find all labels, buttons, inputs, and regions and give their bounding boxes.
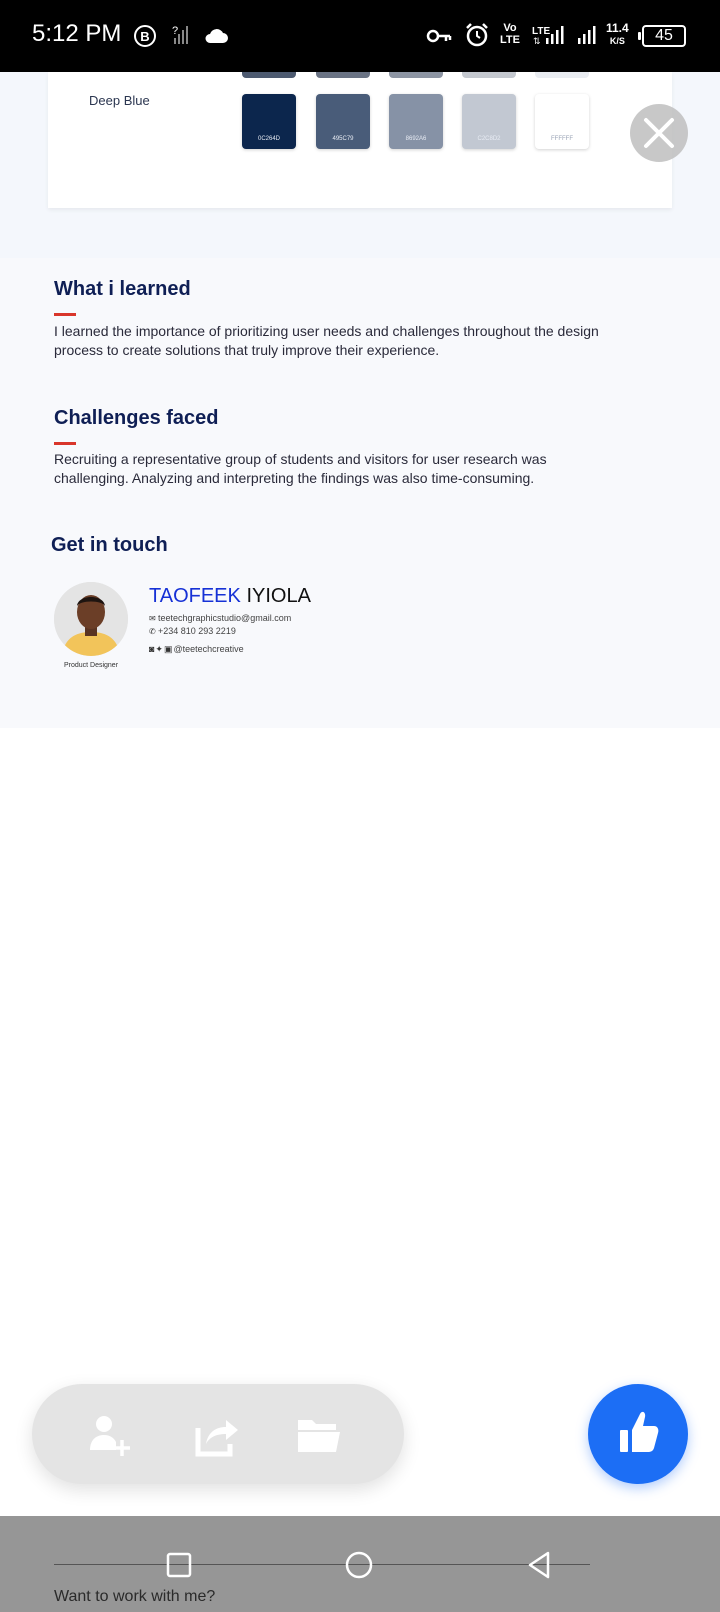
home-button[interactable] <box>342 1548 376 1582</box>
status-bar: 5:12 PM B ? Vo LTE LTE ⇅ 11.4 K/S 45 <box>0 0 720 72</box>
color-swatch: FFFFFF <box>535 94 589 149</box>
swatch-code: 0C264D <box>257 136 280 142</box>
footer-cta-text: Want to work with me? <box>54 1588 216 1605</box>
close-icon <box>644 118 674 148</box>
phone-line[interactable]: ✆ +234 810 293 2219 <box>149 626 236 636</box>
challenges-title: Challenges faced <box>54 407 219 429</box>
social-icons: ◙✦▣ <box>149 644 174 654</box>
email-text: teetechgraphicstudio@gmail.com <box>158 613 292 623</box>
previous-swatch <box>462 72 516 78</box>
phone-icon: ✆ <box>149 627 156 636</box>
learned-title: What i learned <box>54 278 191 300</box>
color-swatch: 495C79 <box>316 94 370 149</box>
previous-swatch <box>535 72 589 78</box>
svg-text:⇅: ⇅ <box>533 36 541 46</box>
last-name: IYIOLA <box>246 585 311 607</box>
volte-top-label: Vo <box>503 22 517 34</box>
swatch-code: 8692A6 <box>405 136 427 142</box>
profile-photo-icon <box>54 582 128 656</box>
status-time: 5:12 PM <box>32 20 122 47</box>
palette-name: Deep Blue <box>89 93 150 108</box>
previous-swatch <box>316 72 370 78</box>
color-swatch: 8692A6 <box>389 94 443 149</box>
previous-swatch <box>389 72 443 78</box>
recent-apps-button[interactable] <box>162 1548 196 1582</box>
social-line[interactable]: ◙✦▣@teetechcreative <box>149 644 244 655</box>
learned-body: I learned the importance of prioritizing… <box>54 323 599 358</box>
social-handle: @teetechcreative <box>173 644 244 654</box>
first-name: TAOFEEK <box>149 585 241 607</box>
like-button[interactable] <box>588 1384 688 1484</box>
thumbs-up-icon <box>620 1411 659 1452</box>
contact-name: TAOFEEK IYIOLA <box>149 585 311 608</box>
challenges-body: Recruiting a representative group of stu… <box>54 451 547 486</box>
swatch-code: C2C8D2 <box>477 136 501 142</box>
sim1-label: ? <box>172 25 178 37</box>
vpn-key-icon <box>426 29 452 43</box>
email-icon: ✉ <box>149 614 156 623</box>
network-speed: 11.4 K/S <box>606 22 629 48</box>
sim1-signal-icon: ? <box>172 25 188 44</box>
floating-action-bar <box>32 1384 404 1484</box>
sim2-signal-icon: LTE ⇅ <box>532 26 564 46</box>
get-in-touch-title: Get in touch <box>51 534 168 556</box>
phone-text: +234 810 293 2219 <box>158 626 236 636</box>
close-button[interactable] <box>630 104 688 162</box>
swatch-code: 495C79 <box>332 136 354 142</box>
back-button[interactable] <box>522 1548 556 1582</box>
add-contact-icon[interactable] <box>86 1412 132 1458</box>
b-badge-icon: B <box>134 25 156 47</box>
color-swatch: C2C8D2 <box>462 94 516 149</box>
folder-icon[interactable] <box>296 1412 342 1458</box>
volte-bottom-label: LTE <box>500 34 520 46</box>
email-line[interactable]: ✉ teetechgraphicstudio@gmail.com <box>149 613 291 623</box>
avatar <box>54 582 128 656</box>
swatch-code: FFFFFF <box>551 136 573 142</box>
challenges-divider <box>54 442 76 445</box>
nav-divider <box>54 1564 590 1565</box>
speed-unit: K/S <box>609 36 625 46</box>
color-swatch: 0C264D <box>242 94 296 149</box>
speed-value: 11.4 <box>606 21 629 35</box>
share-icon[interactable] <box>194 1412 240 1458</box>
previous-swatch <box>242 72 296 78</box>
role-caption: Product Designer <box>63 662 119 669</box>
cloud-icon <box>205 29 228 43</box>
alarm-icon <box>466 23 488 47</box>
signal-strength-icon <box>578 26 596 44</box>
volte-indicator: Vo LTE <box>500 22 520 46</box>
learned-divider <box>54 313 76 316</box>
battery-icon: 45 <box>638 25 686 47</box>
